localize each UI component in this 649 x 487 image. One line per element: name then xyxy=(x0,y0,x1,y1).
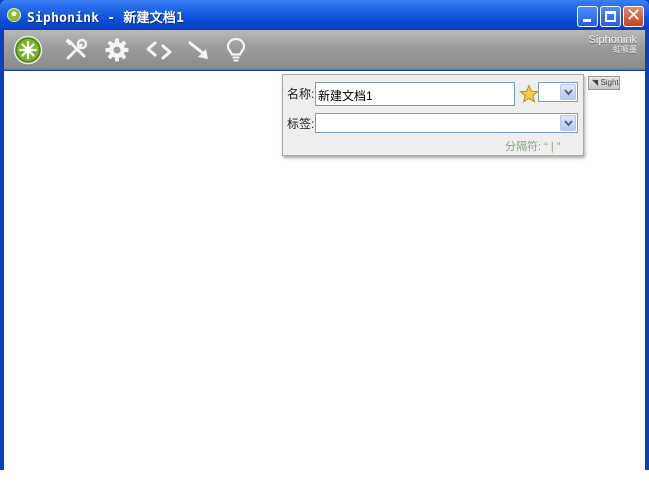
document-info-panel: 名称: 新建文档1 标签: 分隔符: “ | ” xyxy=(282,74,584,156)
window-border-right xyxy=(645,30,649,470)
toolbar: Siphonink 虹吸墨 xyxy=(4,30,645,70)
minimize-icon xyxy=(583,19,591,22)
chevron-down-icon xyxy=(564,89,573,96)
sight-tab[interactable]: ◥ Sight xyxy=(588,76,620,90)
settings-button[interactable] xyxy=(101,34,133,66)
minimize-button[interactable] xyxy=(577,6,598,27)
maximize-button[interactable] xyxy=(600,6,621,27)
brand-logo: Siphonink 虹吸墨 xyxy=(589,35,637,55)
star-icon[interactable] xyxy=(519,84,539,104)
maximize-icon xyxy=(605,11,616,22)
close-button[interactable]: ✕ xyxy=(623,6,644,27)
code-button[interactable] xyxy=(143,34,175,66)
brand-name-cn: 虹吸墨 xyxy=(613,45,637,54)
app-window: Siphonink - 新建文档1 ✕ Siphonink 虹吸墨 ◥ Sigh… xyxy=(0,0,649,487)
brand-name: Siphonink xyxy=(588,34,637,46)
rating-select[interactable] xyxy=(538,82,578,102)
logo-button[interactable] xyxy=(12,34,44,66)
tag-label: 标签: xyxy=(287,117,315,131)
bottom-area xyxy=(0,470,649,487)
chevron-down-icon xyxy=(564,120,573,127)
lightbulb-icon xyxy=(226,37,246,62)
arrow-button[interactable] xyxy=(183,34,215,66)
tools-button[interactable] xyxy=(60,34,92,66)
app-icon xyxy=(7,8,21,22)
idea-button[interactable] xyxy=(220,34,252,66)
name-label: 名称: xyxy=(287,87,315,101)
window-title: Siphonink - 新建文档1 xyxy=(27,11,185,26)
code-icon xyxy=(146,41,172,60)
gear-icon xyxy=(105,38,129,62)
separator-hint: 分隔符: “ | ” xyxy=(505,141,561,153)
document-name-input[interactable]: 新建文档1 xyxy=(315,82,515,106)
arrow-icon xyxy=(188,41,208,59)
tag-combobox[interactable] xyxy=(315,113,578,133)
title-bar[interactable]: Siphonink - 新建文档1 ✕ xyxy=(0,0,649,30)
tools-icon xyxy=(65,38,88,60)
logo-icon xyxy=(13,35,43,65)
close-icon: ✕ xyxy=(626,5,642,26)
tag-dropdown-button[interactable] xyxy=(560,115,576,131)
dropdown-button[interactable] xyxy=(560,84,576,100)
